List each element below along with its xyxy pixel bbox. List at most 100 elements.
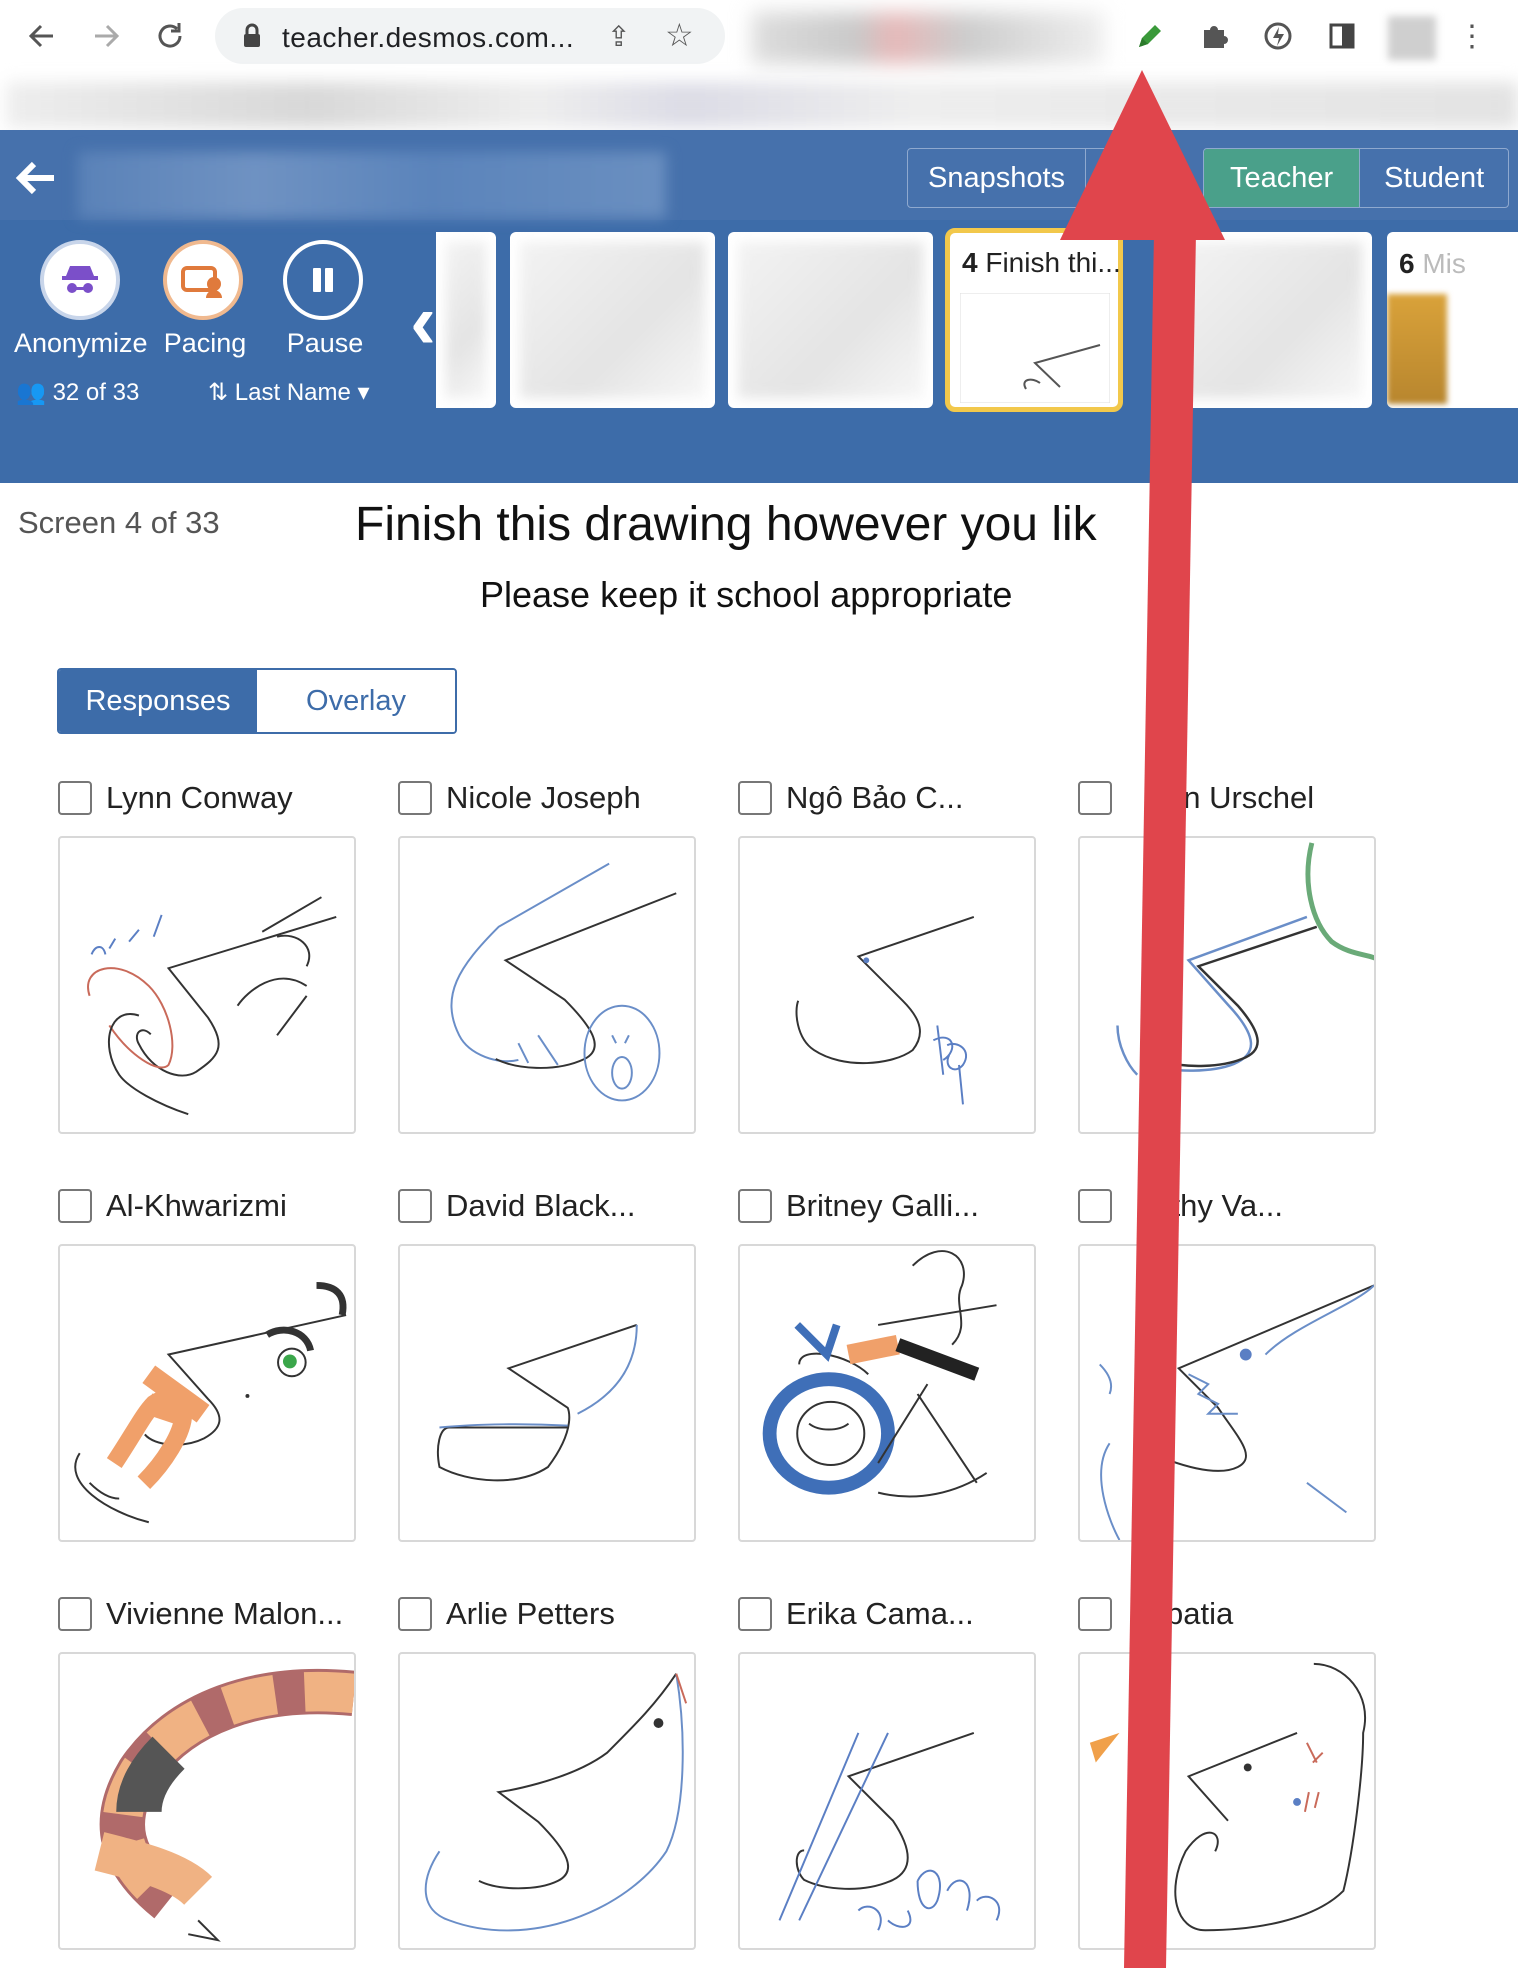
response-card[interactable] [58, 836, 356, 1134]
sidebar-icon[interactable] [1320, 12, 1364, 60]
prev-screens-arrow[interactable]: ‹ [410, 282, 436, 360]
pacing-icon [181, 266, 222, 298]
student-header: Nicole Joseph [398, 778, 641, 818]
response-card[interactable] [398, 1652, 696, 1950]
student-header: patia [1078, 1594, 1233, 1634]
student-header: rothy Va... [1078, 1186, 1283, 1226]
response-card[interactable] [1078, 836, 1376, 1134]
page-subtitle: Please keep it school appropriate [480, 574, 1013, 615]
student-drawing [762, 1250, 997, 1498]
response-card[interactable] [58, 1244, 356, 1542]
page-title: Finish this drawing however you lik [355, 498, 1097, 551]
view-toggle: Snapshots S [907, 148, 1147, 208]
screen-thumb-title: Finish thi... [985, 247, 1121, 278]
student-checkbox[interactable] [398, 781, 432, 815]
pause-button[interactable] [283, 240, 363, 320]
student-drawing [94, 1668, 354, 1942]
screen-thumb-2[interactable] [436, 232, 496, 408]
student-name: Ngô Bảo C... [786, 780, 964, 815]
screen-thumb-number: 4 [962, 247, 978, 278]
student-name: Al-Khwarizmi [106, 1188, 287, 1223]
screen-thumb-3b[interactable] [728, 232, 933, 408]
sort-icon: ⇅ [208, 379, 229, 406]
student-checkbox[interactable] [398, 1189, 432, 1223]
student-drawing [424, 1673, 688, 1932]
student-checkbox[interactable] [738, 1189, 772, 1223]
student-checkbox[interactable] [398, 1597, 432, 1631]
student-name: Erika Cama... [786, 1596, 974, 1631]
student-checkbox[interactable] [58, 781, 92, 815]
response-card[interactable] [398, 1244, 696, 1542]
reload-icon[interactable] [148, 12, 192, 60]
caret-down-icon: ▾ [357, 379, 370, 406]
back-icon[interactable] [20, 12, 64, 60]
student-header: Britney Galli... [738, 1186, 979, 1226]
student-header: Lynn Conway [58, 778, 293, 818]
mode-toggle: Teacher Student [1203, 148, 1510, 208]
response-card[interactable] [738, 836, 1036, 1134]
response-card[interactable] [738, 1652, 1036, 1950]
student-drawing [795, 915, 975, 1105]
student-header: Erika Cama... [738, 1594, 974, 1634]
anonymize-button[interactable] [40, 240, 120, 320]
view-tabs: Responses Overlay [57, 668, 457, 734]
next-thumb-number: 6 [1399, 248, 1415, 279]
pacing-button[interactable] [163, 240, 243, 320]
pause-label: Pause [286, 328, 364, 358]
forward-icon[interactable] [84, 12, 128, 60]
student-checkbox[interactable] [738, 781, 772, 815]
student-name: Nicole Joseph [446, 780, 641, 815]
blurred-bookmarks-bar [6, 82, 1518, 128]
incognito-icon [62, 266, 98, 293]
student-drawing [436, 1323, 638, 1482]
student-name: Lynn Conway [106, 780, 293, 815]
student-drawing [450, 862, 677, 1102]
response-card[interactable] [738, 1244, 1036, 1542]
tab-overlay[interactable]: Overlay [257, 670, 455, 732]
menu-dots-icon[interactable]: ⋮ [1450, 12, 1494, 60]
bookmark-star-icon[interactable]: ☆ [665, 16, 694, 54]
student-checkbox[interactable] [738, 1597, 772, 1631]
profile-avatar[interactable] [1388, 16, 1436, 60]
performance-icon[interactable] [1256, 12, 1300, 60]
student-checkbox[interactable] [1078, 1189, 1112, 1223]
student-button[interactable]: Student [1360, 149, 1508, 207]
student-header: nn Urschel [1078, 778, 1314, 818]
next-thumb-title: Mis [1422, 248, 1466, 279]
student-header: David Black... [398, 1186, 636, 1226]
response-card[interactable] [1078, 1244, 1376, 1542]
response-card[interactable] [58, 1652, 356, 1950]
pause-icon [313, 268, 333, 292]
student-checkbox[interactable] [58, 1597, 92, 1631]
summary-button[interactable]: S [1086, 149, 1145, 207]
screen-thumb-3a[interactable] [510, 232, 715, 408]
tab-responses[interactable]: Responses [59, 670, 257, 732]
response-card[interactable] [1078, 1652, 1376, 1950]
student-name: rothy Va... [1144, 1188, 1283, 1223]
sort-label: Last Name [234, 379, 351, 406]
sort-dropdown[interactable]: ⇅ Last Name ▾ [208, 378, 370, 407]
student-name: nn Urschel [1166, 780, 1315, 815]
teacher-button[interactable]: Teacher [1204, 149, 1361, 207]
pacing-label: Pacing [163, 328, 247, 358]
student-name: Arlie Petters [446, 1596, 615, 1631]
share-icon[interactable]: ⇪ [607, 20, 630, 53]
student-drawing [1099, 1284, 1374, 1540]
snapshots-button[interactable]: Snapshots [908, 149, 1087, 207]
extensions-puzzle-icon[interactable] [1192, 12, 1236, 60]
response-card[interactable] [398, 836, 696, 1134]
student-checkbox[interactable] [1078, 781, 1112, 815]
screen-thumb-current[interactable]: 4 Finish thi... [945, 228, 1123, 412]
screen-indicator: Screen 4 of 33 [18, 505, 220, 540]
student-checkbox[interactable] [1078, 1597, 1112, 1631]
student-name: Britney Galli... [786, 1188, 979, 1223]
student-checkbox[interactable] [58, 1189, 92, 1223]
screen-thumb-5[interactable] [1172, 232, 1372, 408]
address-bar[interactable]: teacher.desmos.com... ⇪ ☆ [215, 8, 725, 64]
url-text: teacher.desmos.com... [282, 22, 575, 53]
pencil-icon[interactable] [1128, 12, 1172, 60]
next-screens-arrow[interactable]: › [1452, 282, 1478, 360]
browser-toolbar: teacher.desmos.com... ⇪ ☆ ⋮ [0, 0, 1518, 80]
back-arrow-icon[interactable] [14, 160, 58, 201]
student-name: patia [1166, 1596, 1234, 1631]
